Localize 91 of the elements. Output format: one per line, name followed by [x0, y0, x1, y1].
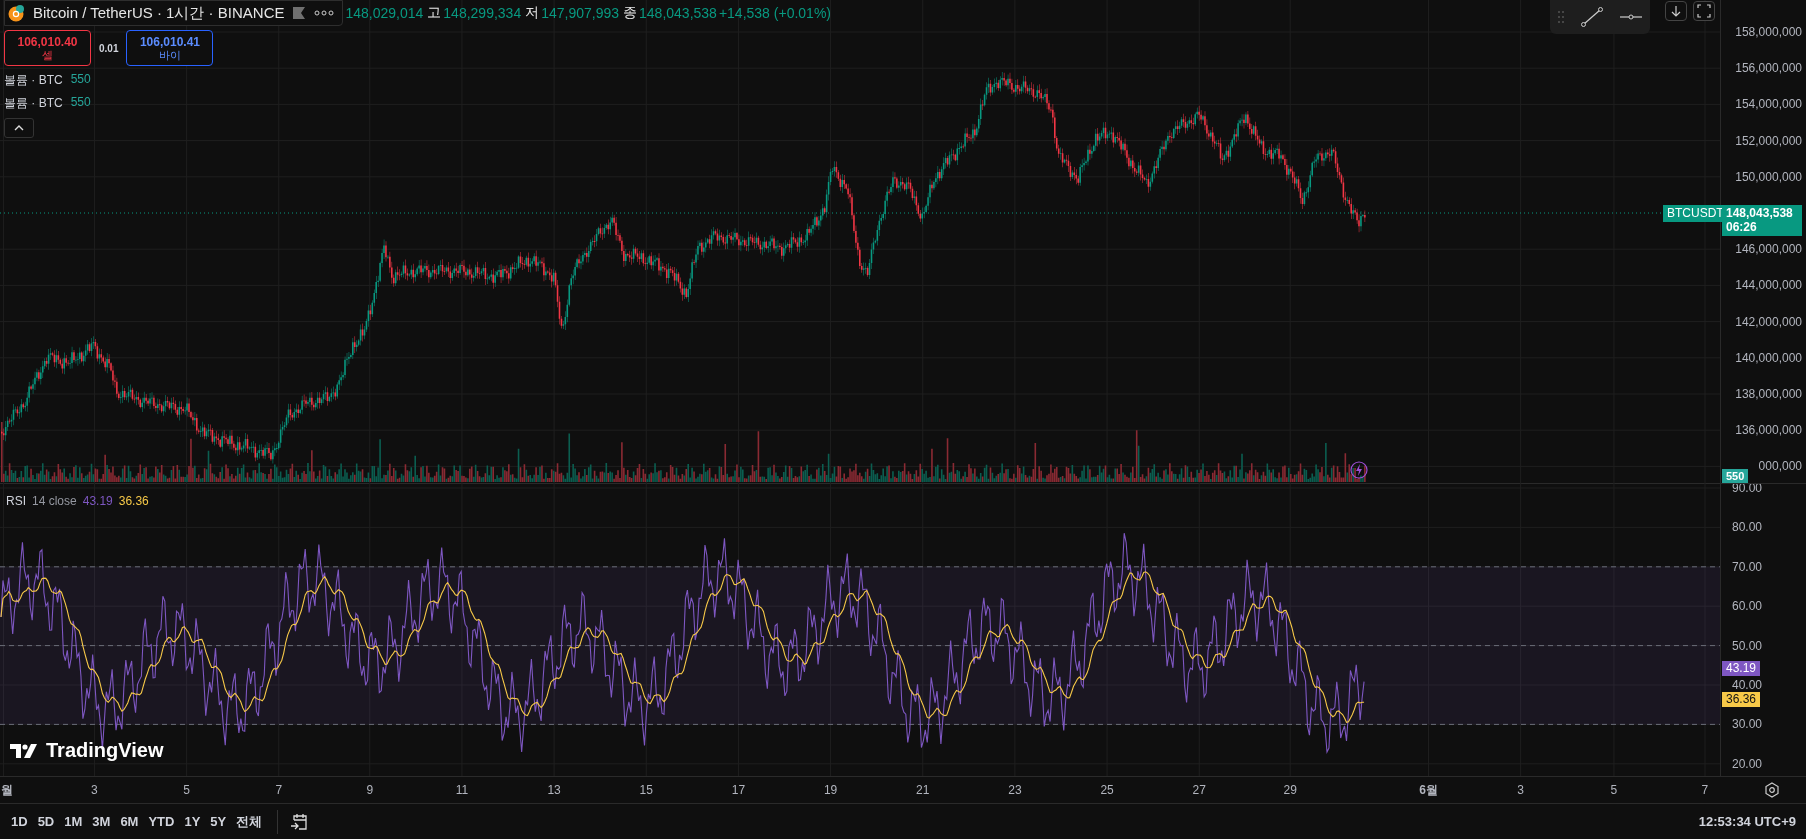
time-axis-label: 5 — [183, 783, 190, 797]
ohlc-label: 종 — [623, 4, 638, 22]
last-price: 148,043,538 — [1726, 206, 1794, 220]
indicator-name: 볼륨 · BTC — [4, 95, 63, 112]
symbol-header[interactable]: Bitcoin / TetherUS · 1시간 · BINANCE — [4, 0, 344, 26]
spread-value: 0.01 — [99, 42, 119, 54]
price-tick-label: 150,000,000 — [1735, 169, 1802, 184]
range-button[interactable]: 6M — [115, 808, 144, 835]
price-tick-label: 152,000,000 — [1735, 133, 1802, 148]
price-tick-label: 136,000,000 — [1735, 423, 1802, 438]
time-axis-label: 11 — [455, 783, 469, 797]
time-axis-label: 9 — [366, 783, 374, 797]
price-change: +14,538 (+0.01%) — [718, 5, 831, 21]
time-axis-label: 7 — [1701, 783, 1709, 797]
indicator-name: 볼륨 · BTC — [4, 72, 63, 89]
time-axis-label: 5 — [1610, 783, 1618, 797]
ohlc-value: 148,043,538 — [639, 5, 717, 21]
ohlc-label: 저 — [525, 4, 540, 22]
sell-button[interactable]: 106,010.40 셀 — [4, 30, 91, 66]
rsi-tick-label: 90.00 — [1732, 484, 1763, 495]
arrow-down-icon — [1671, 5, 1681, 17]
time-axis-label: 7 — [275, 783, 283, 797]
buy-button[interactable]: 106,010.41 바이 — [126, 30, 214, 66]
price-tick-label: 158,000,000 — [1735, 25, 1802, 39]
rsi-tick-label: 50.00 — [1732, 638, 1763, 653]
ohlc-value: 147,907,993 — [541, 5, 620, 21]
price-tick-label: 144,000,000 — [1735, 278, 1802, 293]
rsi-value: 43.19 — [82, 494, 113, 508]
time-axis-label: 21 — [916, 783, 930, 797]
time-axis-label: 27 — [1192, 783, 1206, 797]
time-axis-label: 3 — [91, 783, 98, 797]
clock-time[interactable]: 12:53:34 UTC+9 — [1698, 814, 1796, 829]
tradingview-logo-icon — [10, 742, 40, 759]
horizontal-line-icon[interactable] — [1618, 13, 1643, 21]
price-tick-label: 142,000,000 — [1735, 314, 1802, 329]
lightning-icon[interactable] — [1350, 461, 1368, 479]
ohlc-label: 고 — [427, 4, 442, 22]
range-button[interactable]: YTD — [143, 808, 180, 835]
price-tick-label: 154,000,000 — [1735, 97, 1802, 112]
range-button[interactable]: 1Y — [179, 808, 206, 835]
time-axis-label: 23 — [1008, 783, 1022, 797]
fullscreen-button[interactable] — [1693, 1, 1715, 21]
rsi-average-tag: 36.36 — [1722, 692, 1761, 708]
caret-icon — [14, 125, 24, 131]
time-axis-label: 13 — [547, 783, 561, 797]
indicator-value: 550 — [70, 72, 91, 88]
price-tick-label: 146,000,000 — [1735, 242, 1802, 257]
flag-icon[interactable] — [292, 6, 307, 20]
range-button[interactable]: 전체 — [231, 808, 268, 835]
rsi-tick-label: 20.00 — [1732, 756, 1763, 771]
rsi-tick-label: 80.00 — [1732, 520, 1763, 535]
collapse-button[interactable] — [4, 118, 34, 138]
time-axis-label: 월 — [1, 783, 13, 797]
price-tick-label: 140,000,000 — [1735, 350, 1802, 365]
time-axis-label: 25 — [1100, 783, 1114, 797]
rsi-tick-label: 30.00 — [1732, 717, 1763, 732]
indicator-value: 550 — [70, 95, 91, 111]
scroll-down-button[interactable] — [1665, 1, 1687, 21]
bitcoin-logo-icon — [7, 4, 25, 22]
time-axis-label: 19 — [823, 783, 838, 797]
ohlc-value: 148,299,334 — [443, 5, 522, 21]
range-button[interactable]: 5D — [32, 808, 60, 835]
rsi-tick-label: 70.00 — [1732, 559, 1763, 574]
ohlc-value: 148,029,014 — [345, 5, 424, 21]
settings-icon — [1764, 782, 1780, 798]
indicator-name: RSI — [6, 494, 26, 508]
rsi-tick-label: 40.00 — [1732, 678, 1763, 692]
time-axis-label: 17 — [731, 783, 746, 797]
range-button[interactable]: 1M — [59, 808, 88, 835]
time-axis-label: 6월 — [1419, 783, 1438, 797]
price-tick-label: 156,000,000 — [1735, 61, 1802, 76]
more-icon[interactable] — [314, 9, 335, 17]
range-button[interactable]: 5Y — [205, 808, 232, 835]
indicator-params: 14 close — [32, 494, 77, 508]
time-axis-label: 3 — [1517, 783, 1524, 797]
volume-tag: 550 — [1722, 469, 1749, 483]
trend-line-icon[interactable] — [1580, 6, 1604, 28]
rsi-value-tag: 43.19 — [1722, 661, 1761, 677]
time-axis-label: 29 — [1283, 783, 1297, 797]
price-tick-label: 000,000 — [1758, 459, 1802, 474]
time-axis-label: 15 — [639, 783, 653, 797]
rsi-tick-label: 60.00 — [1732, 599, 1763, 614]
drag-handle-icon[interactable] — [1557, 10, 1566, 24]
fullscreen-icon — [1697, 4, 1711, 18]
bar-countdown: 06:26 — [1726, 220, 1758, 234]
logo-text: TradingView — [46, 739, 164, 762]
range-button[interactable]: 3M — [87, 808, 116, 835]
range-button[interactable]: 1D — [6, 808, 33, 835]
rsi-average-value: 36.36 — [118, 494, 149, 508]
price-tick-label: 138,000,000 — [1735, 387, 1802, 401]
symbol-title: Bitcoin / TetherUS · 1시간 · BINANCE — [33, 3, 285, 23]
